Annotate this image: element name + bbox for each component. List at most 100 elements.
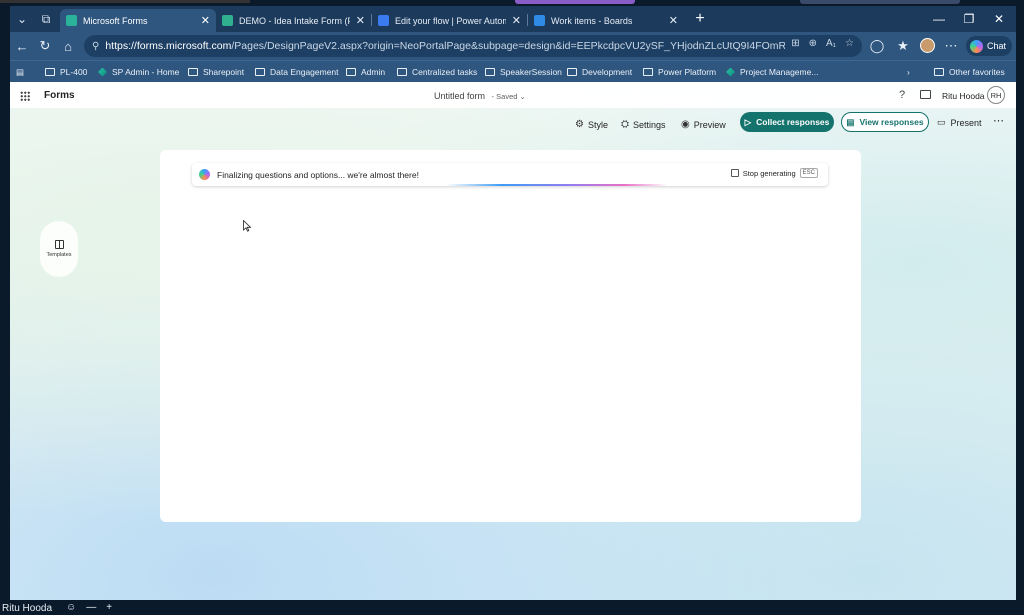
settings-label: Settings (633, 119, 666, 130)
favorite-label: Power Platform (658, 67, 717, 77)
send-icon: ▷ (744, 116, 752, 127)
favorite-development[interactable]: Development (567, 65, 632, 79)
templates-button[interactable]: Templates (40, 221, 78, 277)
favorite-label: SpeakerSession (500, 67, 562, 77)
favorite-admin[interactable]: Admin (346, 65, 385, 79)
desktop-window-edge (515, 0, 635, 4)
close-tab-icon[interactable]: ✕ (356, 14, 365, 27)
tab-microsoft-forms[interactable]: Microsoft Forms ✕ (60, 9, 216, 32)
favorite-label: Project Manageme... (740, 67, 819, 77)
url-host: https://forms.microsoft.com (105, 40, 232, 52)
address-bar-icons: ⊞ ⊕ A₁ ☆ (791, 38, 854, 49)
favorite-pl-400[interactable]: PL-400 (45, 65, 87, 79)
favorite-power-platform[interactable]: Power Platform (643, 65, 716, 79)
read-aloud-icon[interactable]: A₁ (826, 38, 836, 49)
favorites-icon[interactable]: ★ (894, 37, 912, 55)
app-name[interactable]: Forms (44, 90, 75, 101)
chart-icon: ▤ (846, 116, 855, 127)
app-launcher-icon[interactable] (20, 91, 30, 101)
favorites-overflow-chevron-icon[interactable]: › (907, 65, 910, 79)
favorite-star-icon[interactable]: ☆ (845, 38, 854, 49)
favorite-sp-admin-home[interactable]: SP Admin - Home (98, 65, 179, 79)
favorite-label: Sharepoint (203, 67, 245, 77)
folder-icon (643, 68, 653, 76)
stop-generating-label: Stop generating (742, 168, 796, 178)
more-options-icon[interactable]: ⋯ (993, 114, 1004, 127)
reading-list-icon[interactable]: ▤ (16, 65, 24, 79)
feedback-icon[interactable] (920, 90, 931, 99)
user-name[interactable]: Ritu Hooda (942, 91, 985, 101)
url-text[interactable]: https://forms.microsoft.com/Pages/Design… (105, 40, 785, 52)
generation-progress-bar (446, 184, 668, 186)
settings-button[interactable]: ⛭ Settings (621, 119, 666, 130)
power-automate-favicon-icon (378, 15, 389, 26)
form-title[interactable]: Untitled form - Saved ⌄ (434, 91, 526, 101)
tab-power-automate[interactable]: Edit your flow | Power Automate ✕ (372, 9, 527, 32)
browser-essentials-icon[interactable]: ◯ (868, 37, 886, 55)
taskbar-user[interactable]: Ritu Hooda (2, 603, 52, 614)
plus-icon[interactable]: + (106, 602, 112, 613)
favorite-centralized-tasks[interactable]: Centralized tasks (397, 65, 477, 79)
minimize-icon[interactable]: — (924, 9, 954, 29)
tab-label: Microsoft Forms (83, 15, 148, 26)
tab-label: DEMO - Idea Intake Form (Preview (239, 15, 350, 26)
style-button[interactable]: ⚙ Style (575, 119, 608, 130)
favorite-label: Admin (361, 67, 386, 77)
copilot-icon (199, 169, 210, 180)
gear-icon: ⛭ (621, 119, 629, 130)
copilot-chat-button[interactable]: Chat (966, 36, 1012, 56)
preview-button[interactable]: ◉ Preview (681, 119, 726, 130)
close-tab-icon[interactable]: ✕ (201, 14, 210, 27)
new-tab-button[interactable]: + (690, 9, 710, 29)
favorite-project-management[interactable]: Project Manageme... (726, 65, 818, 79)
tab-work-items-boards[interactable]: Work items - Boards ✕ (528, 9, 684, 32)
zoom-icon[interactable]: ⊕ (809, 38, 817, 49)
copilot-icon (970, 39, 983, 53)
esc-key-hint: ESC (799, 168, 818, 178)
people-icon[interactable]: ☺ (66, 602, 76, 613)
help-icon[interactable]: ? (899, 89, 905, 101)
browser-window: ⌄ ⧉ Microsoft Forms ✕ DEMO - Idea Intake… (10, 6, 1016, 600)
restore-icon[interactable]: ❐ (954, 9, 984, 29)
templates-label: Templates (46, 252, 72, 258)
profile-avatar[interactable] (920, 38, 935, 53)
taskbar-icons: ☺ — + (66, 602, 112, 613)
address-bar[interactable]: ⚲ https://forms.microsoft.com/Pages/Desi… (84, 35, 862, 57)
more-options-icon[interactable]: ⋯ (942, 37, 960, 55)
refresh-icon[interactable]: ↻ (36, 37, 54, 55)
folder-icon (188, 68, 198, 76)
folder-icon (255, 68, 265, 76)
view-responses-button[interactable]: ▤ View responses (841, 112, 929, 132)
close-tab-icon[interactable]: ✕ (512, 14, 521, 27)
generation-message: Finalizing questions and options... we'r… (217, 169, 419, 180)
present-button[interactable]: ▭ Present (937, 117, 982, 128)
close-window-icon[interactable]: ✕ (984, 9, 1014, 29)
forms-app-header: Forms Untitled form - Saved ⌄ ? Ritu Hoo… (10, 82, 1016, 108)
folder-icon (485, 68, 495, 76)
favorite-data-engagement[interactable]: Data Engagement (255, 65, 339, 79)
other-favorites-label: Other favorites (949, 67, 1005, 77)
app-available-icon[interactable]: ⊞ (791, 38, 799, 49)
view-responses-label: View responses (859, 117, 924, 127)
eye-icon: ◉ (681, 119, 690, 130)
present-icon: ▭ (937, 117, 946, 127)
desktop-window-edge (800, 0, 960, 4)
collect-responses-button[interactable]: ▷ Collect responses (740, 112, 834, 132)
other-favorites[interactable]: Other favorites (934, 65, 1005, 79)
preview-label: Preview (693, 119, 726, 130)
back-icon[interactable]: ← (13, 37, 31, 55)
close-tab-icon[interactable]: ✕ (669, 14, 678, 27)
lock-icon[interactable]: ⚲ (92, 41, 99, 52)
home-icon[interactable]: ⌂ (59, 37, 77, 55)
forms-favicon-icon (66, 15, 77, 26)
stop-generating-button[interactable]: Stop generating ESC (730, 168, 818, 178)
minus-icon[interactable]: — (86, 602, 96, 613)
favorite-speakersession[interactable]: SpeakerSession (485, 65, 562, 79)
save-status-text: Saved (496, 92, 518, 101)
tab-actions-chevron-icon[interactable]: ⌄ (12, 10, 32, 28)
favorite-sharepoint[interactable]: Sharepoint (188, 65, 244, 79)
tab-demo-idea-intake[interactable]: DEMO - Idea Intake Form (Preview ✕ (216, 9, 371, 32)
favorite-label: Data Engagement (270, 67, 339, 77)
user-avatar[interactable]: RH (987, 86, 1005, 104)
workspaces-icon[interactable]: ⧉ (36, 10, 56, 28)
